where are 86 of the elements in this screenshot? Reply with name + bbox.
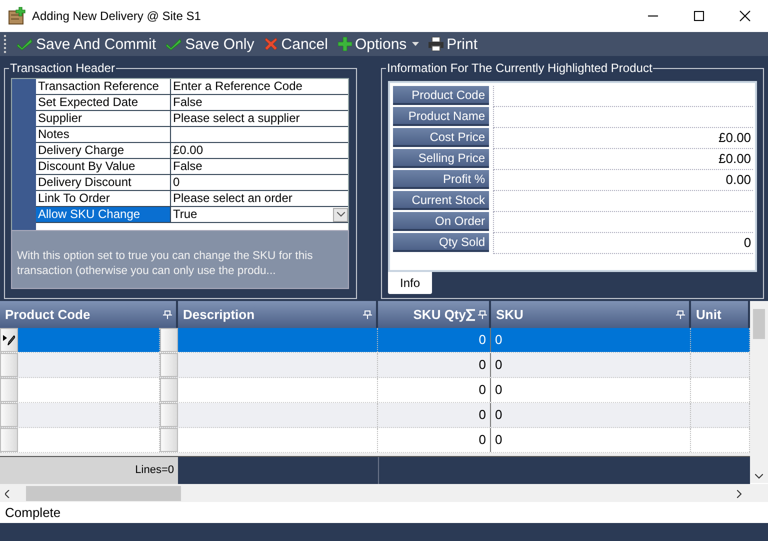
- table-cell[interactable]: [691, 328, 750, 352]
- check-icon: [166, 37, 182, 51]
- table-cell[interactable]: 0: [378, 428, 491, 452]
- field-value: £0.00: [493, 149, 754, 170]
- scroll-down-icon[interactable]: [755, 474, 763, 479]
- property-name[interactable]: Transaction Reference: [36, 79, 171, 95]
- field-label: Product Name: [393, 107, 490, 126]
- field-label: Current Stock: [393, 191, 490, 210]
- window-title: Adding New Delivery @ Site S1: [32, 9, 201, 23]
- scroll-thumb[interactable]: [753, 309, 765, 339]
- scroll-right-icon[interactable]: [737, 490, 742, 498]
- status-text: Complete: [5, 505, 61, 520]
- property-name[interactable]: Delivery Charge: [36, 143, 171, 159]
- field-label: Profit %: [393, 170, 490, 189]
- property-value[interactable]: False: [171, 159, 348, 175]
- property-value[interactable]: £0.00: [171, 143, 348, 159]
- table-cell[interactable]: 0: [378, 378, 491, 402]
- row-header[interactable]: [0, 328, 18, 352]
- printer-icon: [428, 37, 444, 51]
- cross-icon: [264, 37, 278, 51]
- table-cell[interactable]: 0: [491, 353, 691, 377]
- property-value[interactable]: 0: [171, 175, 348, 191]
- table-cell[interactable]: [178, 328, 378, 352]
- property-value[interactable]: False: [171, 95, 348, 111]
- cancel-button[interactable]: Cancel: [263, 33, 329, 55]
- lookup-button[interactable]: [160, 378, 178, 402]
- table-cell[interactable]: 0: [491, 403, 691, 427]
- pin-icon[interactable]: [478, 310, 487, 319]
- table-cell[interactable]: [18, 328, 160, 352]
- field-value: £0.00: [493, 128, 754, 149]
- property-name[interactable]: Set Expected Date: [36, 95, 171, 111]
- field-label: Product Code: [393, 86, 490, 105]
- property-name[interactable]: Supplier: [36, 111, 171, 127]
- property-name[interactable]: Allow SKU Change: [36, 207, 171, 223]
- property-description: With this option set to true you can change the SKU for this transaction (otherwise you can only use the produ...: [11, 230, 349, 289]
- group-title: Transaction Header: [9, 61, 116, 75]
- property-name[interactable]: Discount By Value: [36, 159, 171, 175]
- column-header[interactable]: Unit: [691, 301, 750, 328]
- column-header[interactable]: SKU Qty: [378, 301, 491, 328]
- field-value: 0.00: [493, 170, 754, 191]
- lookup-button[interactable]: [160, 328, 178, 352]
- group-title: Information For The Currently Highlighted Product: [386, 61, 654, 75]
- pin-icon[interactable]: [676, 310, 685, 319]
- line-count: Lines=0: [0, 457, 178, 484]
- horizontal-scrollbar[interactable]: [0, 484, 768, 502]
- property-value[interactable]: Enter a Reference Code: [171, 79, 348, 95]
- table-cell[interactable]: 0: [378, 403, 491, 427]
- table-cell[interactable]: 0: [491, 378, 691, 402]
- edit-icon: [3, 334, 15, 346]
- property-name[interactable]: Delivery Discount: [36, 175, 171, 191]
- plus-icon: [338, 37, 352, 51]
- options-button[interactable]: Options: [336, 33, 408, 55]
- table-cell[interactable]: 0: [378, 353, 491, 377]
- sum-icon: [466, 308, 476, 320]
- column-header[interactable]: SKU: [491, 301, 691, 328]
- check-icon: [17, 37, 33, 51]
- scroll-left-icon[interactable]: [5, 490, 10, 498]
- field-label: Selling Price: [393, 149, 490, 168]
- toolbar-grip[interactable]: [4, 35, 8, 53]
- caret-icon[interactable]: [412, 42, 419, 46]
- pin-icon[interactable]: [163, 310, 172, 319]
- field-label: On Order: [393, 212, 490, 231]
- lookup-button[interactable]: [160, 353, 178, 377]
- property-value[interactable]: Please select a supplier: [171, 111, 348, 127]
- field-label: Qty Sold: [393, 233, 490, 252]
- property-name[interactable]: Notes: [36, 127, 171, 143]
- table-cell[interactable]: 0: [378, 328, 491, 352]
- lookup-button[interactable]: [160, 403, 178, 427]
- table-cell[interactable]: 0: [491, 428, 691, 452]
- lookup-button[interactable]: [160, 428, 178, 452]
- print-button[interactable]: Print: [426, 33, 479, 55]
- dropdown-button[interactable]: [333, 208, 348, 222]
- pin-icon[interactable]: [363, 310, 372, 319]
- column-header[interactable]: Product Code: [0, 301, 178, 328]
- property-value[interactable]: Please select an order: [171, 191, 348, 207]
- tab[interactable]: Info: [388, 272, 432, 294]
- field-label: Cost Price: [393, 128, 490, 147]
- table-cell[interactable]: 0: [491, 328, 691, 352]
- vertical-scrollbar[interactable]: [750, 301, 768, 483]
- chevron-icon: [336, 212, 344, 217]
- save-button[interactable]: Save Only: [165, 33, 256, 55]
- scroll-thumb[interactable]: [26, 486, 181, 501]
- column-header[interactable]: Description: [178, 301, 378, 328]
- app-icon: [8, 7, 26, 25]
- save-button[interactable]: Save And Commit: [16, 33, 158, 55]
- field-value: 0: [493, 233, 754, 254]
